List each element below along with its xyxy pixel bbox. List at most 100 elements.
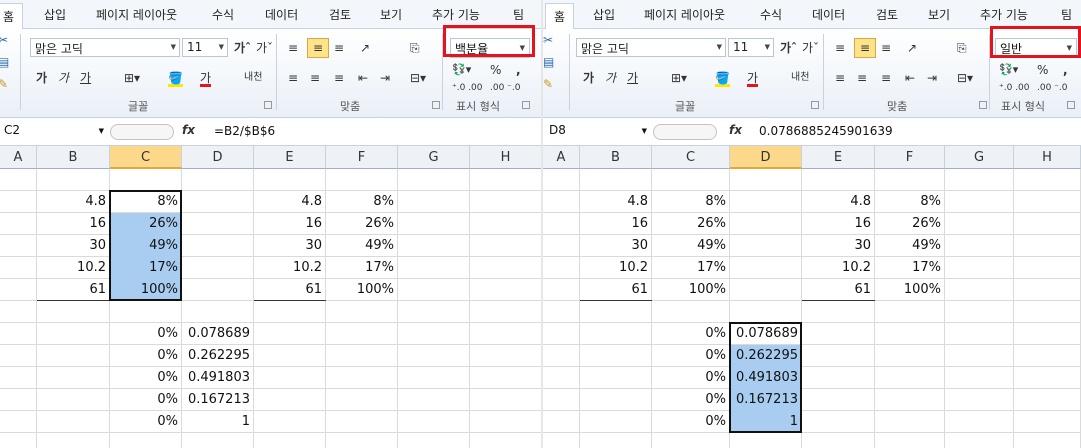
increase-indent-icon[interactable]: ⇥ (380, 69, 390, 87)
cell-e2[interactable]: 4.8 (254, 191, 325, 213)
column-header-h[interactable]: H (470, 146, 541, 169)
align-bottom-icon[interactable]: ≡ (881, 39, 891, 57)
cell-f7[interactable] (326, 301, 397, 323)
cell-b1[interactable] (580, 169, 651, 191)
cell-f8[interactable] (326, 323, 397, 345)
cell-b7[interactable] (580, 301, 651, 323)
formula-bar-splitter[interactable] (653, 124, 717, 140)
name-box[interactable]: D8 ▼ (543, 123, 649, 142)
cell-c3[interactable]: 26% (652, 213, 729, 235)
align-top-icon[interactable]: ≡ (835, 39, 845, 57)
cell-f4[interactable]: 49% (875, 235, 944, 257)
cell-d2[interactable] (182, 191, 253, 213)
cell-f3[interactable]: 26% (326, 213, 397, 235)
percent-style-button[interactable]: % (1037, 61, 1048, 79)
shrink-font-icon[interactable]: 가ˇ (802, 39, 819, 57)
cell-f6[interactable]: 100% (875, 279, 944, 301)
cell-c10[interactable]: 0% (110, 367, 181, 389)
cell-d10[interactable]: 0.491803 (182, 367, 253, 389)
orientation-icon[interactable]: ↗ (907, 39, 917, 57)
grow-font-icon[interactable]: 가ˆ (780, 39, 797, 57)
decrease-indent-icon[interactable]: ⇤ (358, 69, 368, 87)
cell-e7[interactable] (254, 301, 325, 323)
cell-b4[interactable]: 30 (37, 235, 109, 257)
insert-function-icon[interactable]: fx (729, 123, 742, 137)
font-color-icon[interactable]: 가 (200, 69, 212, 87)
tab-data[interactable]: 데이터 (265, 6, 298, 23)
cell-f11[interactable] (875, 389, 944, 411)
worksheet-grid[interactable]: A B C D E F G H 4.8 8% 4.8 8% 16 26% 16 26% 30 49% 30 49% 10… (543, 146, 1081, 448)
cell-d11[interactable]: 0.167213 (182, 389, 253, 411)
increase-decimal-icon[interactable]: ⁺.0 .00 (452, 79, 483, 97)
increase-decimal-icon[interactable]: ⁺.0 .00 (999, 79, 1030, 97)
cell-c9[interactable]: 0% (110, 345, 181, 367)
cell-c11[interactable]: 0% (110, 389, 181, 411)
align-bottom-icon[interactable]: ≡ (334, 39, 344, 57)
copy-icon[interactable]: ▤ (0, 53, 9, 71)
align-center-icon[interactable]: ≡ (310, 69, 320, 87)
font-name-select[interactable]: 맑은 고딕 ▼ (30, 38, 180, 57)
cell-b12[interactable] (580, 411, 651, 433)
cell-c12[interactable]: 0% (652, 411, 729, 433)
cell-b9[interactable] (580, 345, 651, 367)
align-center-icon[interactable]: ≡ (857, 69, 867, 87)
align-right-icon[interactable]: ≡ (334, 69, 344, 87)
column-header-f[interactable]: F (875, 146, 945, 169)
column-header-b[interactable]: B (37, 146, 110, 169)
cell-f9[interactable] (326, 345, 397, 367)
cell-b5[interactable]: 10.2 (580, 257, 651, 279)
cell-e5[interactable]: 10.2 (254, 257, 325, 279)
format-painter-icon[interactable]: ✎ (543, 75, 553, 93)
cell-b1[interactable] (37, 169, 109, 191)
cell-e9[interactable] (802, 345, 874, 367)
cell-b2[interactable]: 4.8 (37, 191, 109, 213)
tab-team[interactable]: 팀 (513, 6, 524, 23)
cell-b11[interactable] (580, 389, 651, 411)
tab-home[interactable]: 홈 (545, 3, 575, 30)
cell-c5[interactable]: 17% (652, 257, 729, 279)
cell-d9[interactable]: 0.262295 (182, 345, 253, 367)
phonetic-icon[interactable]: 내천 (244, 69, 262, 87)
cell-f12[interactable] (326, 411, 397, 433)
cell-d7[interactable] (730, 301, 801, 323)
shrink-font-icon[interactable]: 가ˇ (256, 39, 273, 57)
tab-home[interactable]: 홈 (0, 3, 24, 30)
dialog-launcher-icon[interactable] (1067, 101, 1075, 109)
cell-e4[interactable]: 30 (802, 235, 874, 257)
tab-insert[interactable]: 삽입 (593, 6, 615, 23)
wrap-text-icon[interactable]: ⎘ (957, 39, 967, 57)
cell-f7[interactable] (875, 301, 944, 323)
cell-f1[interactable] (326, 169, 397, 191)
cell-c11[interactable]: 0% (652, 389, 729, 411)
border-icon[interactable]: ⊞▾ (671, 69, 687, 87)
cell-b6[interactable]: 61 (37, 279, 109, 301)
cell-f10[interactable] (326, 367, 397, 389)
formula-bar-splitter[interactable] (110, 124, 174, 140)
cell-e9[interactable] (254, 345, 325, 367)
percent-style-button[interactable]: % (490, 61, 501, 79)
cell-e1[interactable] (254, 169, 325, 191)
worksheet-grid[interactable]: A B C D E F G H 4.8 8% 4.8 8% 16 26% 16 26% 30 49% 30 49% 10… (0, 146, 541, 448)
tab-team[interactable]: 팀 (1061, 6, 1072, 23)
tab-formulas[interactable]: 수식 (212, 6, 234, 23)
cell-e3[interactable]: 16 (802, 213, 874, 235)
cell-d1[interactable] (182, 169, 253, 191)
cell-f5[interactable]: 17% (875, 257, 944, 279)
cell-b10[interactable] (37, 367, 109, 389)
cell-b8[interactable] (37, 323, 109, 345)
cell-b10[interactable] (580, 367, 651, 389)
cell-c6[interactable]: 100% (652, 279, 729, 301)
formula-input[interactable]: =B2/$B$6 (214, 124, 275, 138)
tab-formulas[interactable]: 수식 (760, 6, 782, 23)
insert-function-icon[interactable]: fx (182, 123, 195, 137)
cell-d2[interactable] (730, 191, 801, 213)
cell-e12[interactable] (254, 411, 325, 433)
cell-g1[interactable] (398, 169, 469, 191)
tab-view[interactable]: 보기 (380, 6, 402, 23)
orientation-icon[interactable]: ↗ (360, 39, 370, 57)
wrap-text-icon[interactable]: ⎘ (410, 39, 420, 57)
cell-b5[interactable]: 10.2 (37, 257, 109, 279)
tab-addins[interactable]: 추가 기능 (980, 6, 1028, 23)
align-top-icon[interactable]: ≡ (288, 39, 298, 57)
dialog-launcher-icon[interactable] (979, 101, 987, 109)
